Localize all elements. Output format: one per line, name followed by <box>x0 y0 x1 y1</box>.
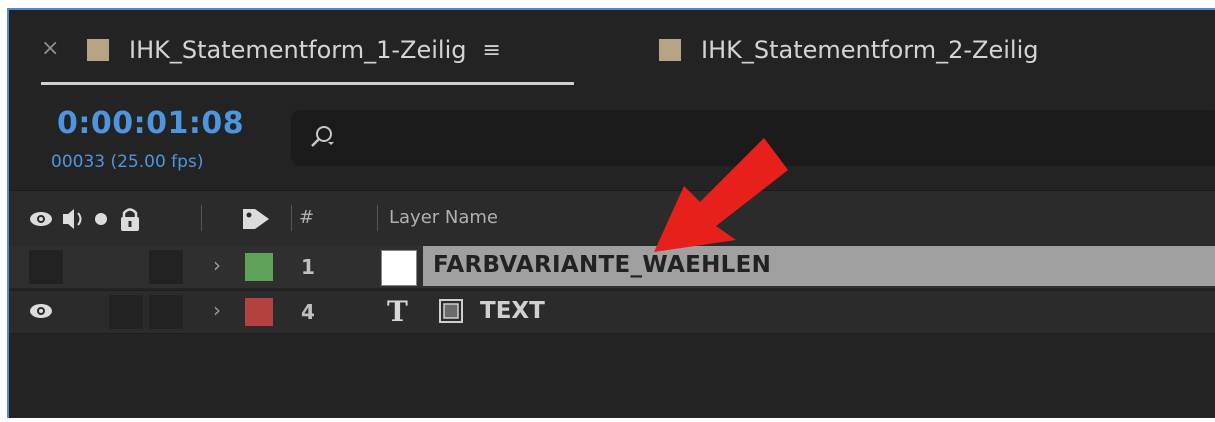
annotation-arrow-icon <box>654 138 788 252</box>
